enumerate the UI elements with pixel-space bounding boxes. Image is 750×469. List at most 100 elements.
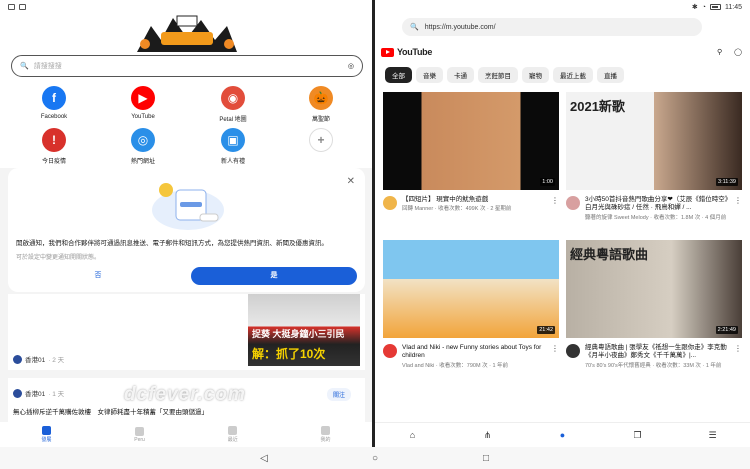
category-chip[interactable]: 卡通	[447, 67, 474, 83]
video-duration: 1:00	[540, 178, 555, 186]
video-card[interactable]: 2021新歌 3:11:39 3小時50首抖音熱門歌曲分享❤（艾辰《錯位時空》白月光…	[566, 92, 742, 222]
shortcut-youtube[interactable]: ▶ YouTube	[113, 86, 173, 120]
wifi-icon: ◔	[701, 3, 706, 11]
nav-icon	[321, 426, 331, 435]
watermark: dcfever.com	[124, 384, 246, 405]
news-headline[interactable]: 無心插柳斥逆千萬購佐敦樓 女律師耗盡十年積蓄「又要由頭儲過」	[13, 406, 208, 416]
shortcut-map-pin[interactable]: ◉ Petal 地圖	[203, 86, 263, 123]
video-thumbnail[interactable]: 21:42	[383, 240, 559, 338]
video-thumbnail[interactable]: 1:00	[383, 92, 559, 190]
shortcut-facebook[interactable]: f Facebook	[24, 86, 84, 120]
channel-avatar[interactable]	[566, 344, 580, 358]
video-thumbnail[interactable]: 經典粵語歌曲 2:21:49	[566, 240, 742, 338]
source-name: 香港01	[25, 391, 46, 398]
dialog-hint: 可於設定中變更通知開關狀態。	[16, 255, 101, 261]
thumbnail-text: 經典粵語歌曲	[570, 247, 649, 262]
youtube-play-icon	[381, 47, 394, 57]
category-chip[interactable]: 音樂	[416, 67, 443, 83]
video-duration: 21:42	[537, 326, 555, 334]
more-options-icon[interactable]: ⋮	[734, 196, 742, 222]
news-thumbnail[interactable]: 捉葵 大挺身鐘小三引民 解：抓了10次	[248, 294, 360, 366]
video-title[interactable]: 【四短片】 現實中的魷魚遊戲	[402, 196, 551, 204]
dialog-message: 開啟通知，我們和合作夥伴將可通過訊息推送、電子郵件和短訊方式，為您提供熱門資訊、…	[16, 240, 328, 247]
back-icon[interactable]: ◁	[259, 453, 270, 464]
tabs-icon[interactable]: ❐	[632, 430, 644, 440]
nav-item[interactable]: 發展	[41, 426, 51, 443]
shortcut-alert[interactable]: ! 今日疫情	[24, 128, 84, 165]
more-options-icon[interactable]: ⋮	[551, 344, 559, 370]
source-logo-icon	[13, 354, 22, 364]
halloween-icon: 🎃	[309, 86, 333, 110]
share-icon[interactable]: ⋔	[482, 430, 494, 440]
nav-item[interactable]: Peru	[134, 426, 145, 443]
search-input[interactable]: 🔍 請搜搜搜 ◎	[11, 55, 363, 77]
video-subtitle: 聽著的旋律 Sweet Melody · 收看次數：1.8M 次 · 4 個月前	[585, 214, 727, 221]
channel-avatar[interactable]	[383, 344, 397, 358]
nav-item[interactable]: 最近	[228, 426, 238, 443]
clock: 11:45	[725, 3, 742, 11]
search-icon: 🔍	[20, 63, 29, 70]
close-icon[interactable]: ✕	[347, 176, 355, 187]
channel-avatar[interactable]	[383, 196, 397, 210]
video-title[interactable]: Vlad and Niki - new Funny stories about …	[402, 344, 551, 361]
video-text: Vlad and Niki - new Funny stories about …	[402, 344, 551, 370]
home-circle-icon[interactable]: ○	[370, 453, 381, 464]
news-card[interactable]: 捉葵 大挺身鐘小三引民 解：抓了10次 香港01 · 2 天	[8, 294, 365, 370]
browser-bottom-toolbar: ⌂ ⋔ ● ❐ ☰	[375, 422, 750, 447]
category-chip[interactable]: 直播	[597, 67, 624, 83]
video-meta: 【四短片】 現實中的魷魚遊戲 回轉 Manner · 收看次數：499K 次 · …	[383, 196, 559, 214]
alert-icon: !	[42, 128, 66, 152]
video-card[interactable]: 經典粵語歌曲 2:21:49 經典粵語歌曲 | 張學友《祗想一生跟你走》李克勤《月半…	[566, 240, 742, 370]
video-subtitle: 70's 80's 90's年代懷舊經典 · 收看次數：33M 次 · 1 年前	[585, 362, 722, 369]
youtube-logo[interactable]: YouTube	[381, 47, 432, 57]
video-meta: Vlad and Niki - new Funny stories about …	[383, 344, 559, 370]
search-placeholder: 請搜搜搜	[33, 63, 62, 70]
youtube-header: YouTube ⚲ ◯	[381, 44, 746, 60]
shortcut-halloween[interactable]: 🎃 萬聖節	[291, 86, 351, 123]
news-source: 香港01 · 1 天	[13, 388, 64, 398]
deny-button[interactable]: 否	[18, 267, 178, 285]
youtube-pane: 🔍 https://m.youtube.com/ YouTube ⚲ ◯ 全部音…	[375, 0, 750, 447]
follow-button[interactable]: 關注	[326, 388, 351, 401]
address-bar[interactable]: 🔍 https://m.youtube.com/	[402, 18, 702, 36]
shortcut-globe[interactable]: ◎ 熱門網址	[113, 128, 173, 165]
recents-icon[interactable]: □	[481, 453, 492, 464]
category-chip[interactable]: 最近上載	[553, 67, 593, 83]
youtube-icon: ▶	[131, 86, 155, 110]
category-chip[interactable]: 全部	[385, 67, 412, 83]
video-thumbnail[interactable]: 2021新歌 3:11:39	[566, 92, 742, 190]
source-name: 香港01	[25, 357, 46, 364]
thumbnail-caption: 解：抓了10次	[252, 347, 326, 361]
more-options-icon[interactable]: ⋮	[551, 196, 559, 214]
browser-menu-icon[interactable]: ●	[557, 430, 569, 440]
video-title[interactable]: 3小時50首抖音熱門歌曲分享❤（艾辰《錯位時空》白月光與硃砂痣 / 任然 · 飛…	[585, 196, 734, 213]
nav-label: 最近	[227, 437, 238, 443]
status-bar: ✱ ◔ 11:45	[0, 0, 750, 14]
category-chip[interactable]: 寵物	[522, 67, 549, 83]
facebook-icon: f	[42, 86, 66, 110]
category-chip[interactable]: 烹飪節目	[478, 67, 518, 83]
channel-avatar[interactable]	[566, 196, 580, 210]
scan-icon[interactable]: ◎	[348, 62, 354, 70]
home-icon[interactable]: ⌂	[407, 430, 419, 440]
video-title[interactable]: 經典粵語歌曲 | 張學友《祗想一生跟你走》李克勤《月半小夜曲》鄭秀文《千千萬萬》…	[585, 344, 734, 361]
nav-item[interactable]: 我的	[321, 426, 331, 443]
shortcut-label: YouTube	[131, 114, 155, 120]
shortcut-add[interactable]: +	[291, 128, 351, 156]
shortcut-gift[interactable]: ▣ 新人有禮	[203, 128, 263, 165]
video-card[interactable]: 1:00 【四短片】 現實中的魷魚遊戲 回轉 Manner · 收看次數：499K …	[383, 92, 559, 214]
notification-icon	[8, 4, 15, 10]
nav-icon	[41, 426, 51, 435]
allow-button[interactable]: 是	[191, 267, 357, 285]
video-meta: 3小時50首抖音熱門歌曲分享❤（艾辰《錯位時空》白月光與硃砂痣 / 任然 · 飛…	[566, 196, 742, 222]
account-icon[interactable]: ◯	[734, 48, 742, 56]
video-card[interactable]: 21:42 Vlad and Niki - new Funny stories a…	[383, 240, 559, 370]
search-icon[interactable]: ⚲	[717, 48, 722, 56]
globe-icon: ◎	[131, 128, 155, 152]
gift-icon: ▣	[221, 128, 245, 152]
shortcut-label: Facebook	[40, 114, 68, 120]
menu-icon[interactable]: ☰	[707, 430, 719, 440]
more-options-icon[interactable]: ⋮	[734, 344, 742, 370]
category-chips: 全部 音樂 卡通 烹飪節目 寵物 最近上載 直播	[385, 67, 624, 83]
video-meta: 經典粵語歌曲 | 張學友《祗想一生跟你走》李克勤《月半小夜曲》鄭秀文《千千萬萬》…	[566, 344, 742, 370]
